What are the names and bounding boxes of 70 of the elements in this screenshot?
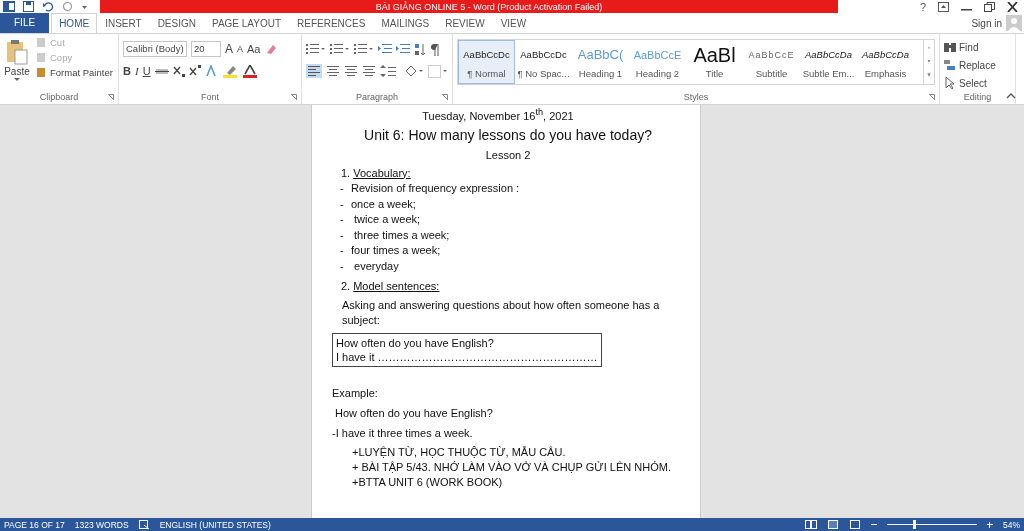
ribbon-tab[interactable]: VIEW [492, 13, 535, 33]
group-label: Font [201, 92, 219, 102]
file-tab[interactable]: FILE [0, 13, 50, 33]
underline-button[interactable]: U [142, 65, 151, 77]
shrink-font-button[interactable]: A [237, 44, 244, 54]
style-option[interactable]: AaBbCcE Subtitle [743, 40, 800, 84]
font-size-field[interactable]: 20 [191, 41, 221, 57]
ribbon-tab[interactable]: HOME [51, 13, 98, 33]
bold-button[interactable]: B [123, 65, 131, 77]
date-line: Tuesday, November 16$^{th}$, 2021 [421, 107, 575, 122]
ribbon-tab[interactable]: MAILINGS [373, 13, 438, 33]
editing-command[interactable]: Find [944, 41, 1011, 53]
list-item-text: once a week; [351, 196, 416, 212]
group-label: Clipboard [39, 92, 79, 102]
page-count[interactable]: PAGE 16 OF 17 [4, 519, 65, 530]
style-option[interactable]: AaBbCcDa Emphasis [857, 40, 914, 84]
list-item-text: three times a week; [353, 227, 450, 243]
homework-line: + BÀI TẬP 5/43. NHỚ LÀM VÀO VỞ VÀ CHỤP GỬI LÊN NHÓM. [352, 459, 672, 475]
style-option[interactable]: AaBl Title [686, 40, 743, 84]
style-option[interactable]: AaBbCcE Heading 2 [629, 40, 686, 84]
section-heading: Vocabulary: [353, 165, 411, 181]
list-item-text: Revision of frequency expression : [351, 181, 520, 197]
body-paragraph: Asking and answering questions about how often someone has a subject: [342, 297, 661, 329]
sign-in-link[interactable]: Sign in [971, 17, 1002, 29]
ribbon-tab[interactable]: DESIGN [149, 13, 204, 33]
language-indicator[interactable]: ENGLISH (UNITED STATES) [159, 519, 271, 530]
list-dash: - [340, 196, 345, 212]
homework-line: +BTTA UNIT 6 (WORK BOOK) [352, 474, 504, 490]
list-item-text: twice a week; [353, 212, 421, 228]
body-line: -I have it three times a week. [332, 426, 474, 440]
style-option[interactable]: AaBbCcDc ¶ No Spac... [515, 40, 572, 84]
grow-font-button[interactable]: A [225, 42, 233, 56]
ribbon-tab[interactable]: PAGE LAYOUT [203, 13, 290, 33]
homework-line: +LUYỆN TỪ, HỌC THUỘC TỪ, MẪU CÂU. [352, 444, 567, 460]
italic-button[interactable]: I [134, 65, 139, 77]
help-button[interactable]: ? [919, 0, 926, 13]
clipboard-command[interactable]: Format Painter [36, 67, 113, 78]
style-option[interactable]: AaBbCcDa Subtle Em... [800, 40, 857, 84]
style-option[interactable]: AaBbC( Heading 1 [572, 40, 629, 84]
unit-heading: Unit 6: How many lessons do you have today? [363, 126, 653, 143]
body-line: How often do you have English? [334, 406, 494, 420]
list-item-text: everyday [353, 258, 399, 274]
list-dash: - [340, 212, 345, 228]
editing-command[interactable]: Replace [944, 59, 1011, 71]
font-name-field[interactable]: Calibri (Body) [123, 41, 187, 57]
group-label: Styles [683, 92, 709, 102]
body-line: Example: [332, 386, 379, 400]
word-count[interactable]: 1323 WORDS [74, 519, 129, 530]
text-box-line: How often do you have English? [336, 335, 495, 350]
list-number: 1. [341, 165, 351, 181]
window-title: BÀI GIẢNG ONLINE 5 - Word (Product Activation Failed) [375, 1, 603, 12]
list-dash: - [340, 181, 345, 197]
group-label: Paragraph [356, 92, 398, 102]
ribbon-tab[interactable]: REVIEW [437, 13, 493, 33]
lesson-title: Lesson 2 [484, 148, 532, 161]
text-box-line: I have it …………………………………………………… [336, 349, 598, 364]
change-case-button[interactable]: Aa [247, 43, 261, 55]
list-dash: - [340, 258, 345, 274]
paste-button[interactable]: Paste [4, 37, 30, 90]
section-heading: Model sentences: [353, 279, 440, 295]
list-item-text: four times a week; [351, 243, 441, 259]
ribbon-tab[interactable]: REFERENCES [289, 13, 374, 33]
list-dash: - [340, 227, 345, 243]
group-label: Editing [963, 92, 992, 102]
editing-command[interactable]: Select [944, 77, 1011, 89]
ribbon-tab[interactable]: INSERT [97, 13, 150, 33]
list-number: 2. [341, 279, 351, 295]
zoom-level[interactable]: 54% [1003, 519, 1020, 530]
list-dash: - [340, 243, 345, 259]
style-option[interactable]: AaBbCcDc ¶ Normal [458, 40, 515, 84]
